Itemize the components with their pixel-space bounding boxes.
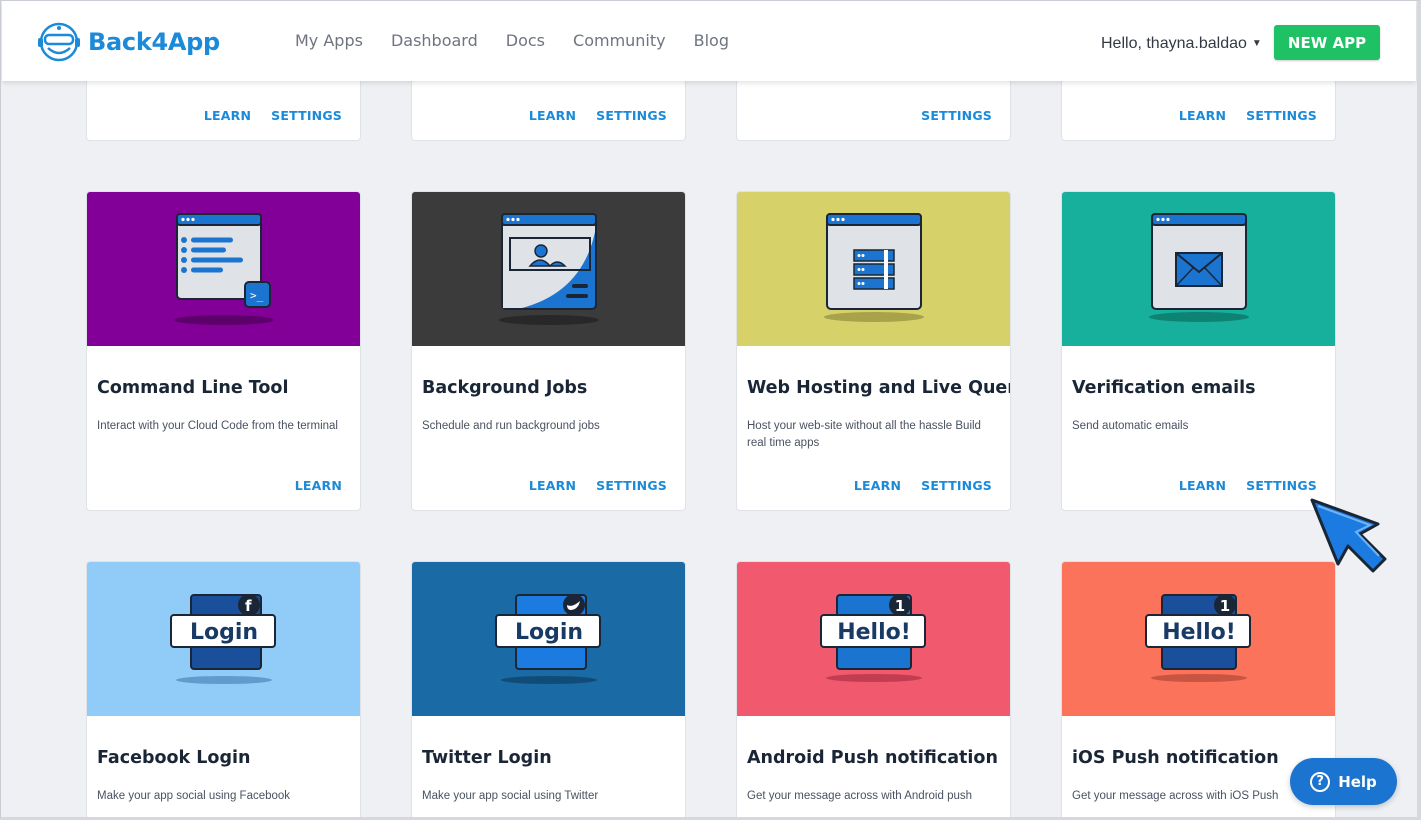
learn-link[interactable]: LEARN — [295, 478, 342, 493]
nav-my-apps[interactable]: My Apps — [295, 31, 363, 50]
learn-link[interactable]: LEARN — [1179, 478, 1226, 493]
card-title: Web Hosting and Live Query — [747, 378, 1011, 398]
back4app-logo-icon — [38, 22, 80, 62]
top-navbar: Back4App My Apps Dashboard Docs Communit… — [2, 1, 1416, 81]
card-background-jobs: Background Jobs Schedule and run backgro… — [411, 191, 686, 511]
settings-link[interactable]: SETTINGS — [596, 478, 667, 493]
settings-link[interactable]: SETTINGS — [921, 108, 992, 123]
nav-dashboard[interactable]: Dashboard — [391, 31, 478, 50]
card-image — [412, 192, 685, 346]
server-window-icon — [824, 213, 924, 322]
login-badge-text: Login — [515, 620, 583, 645]
notification-count: 1 — [895, 597, 905, 615]
card-image: 1 Hello! — [737, 562, 1010, 716]
card-description: Interact with your Cloud Code from the t… — [97, 420, 338, 432]
card-facebook-login: f Login Facebook Login Make your app soc… — [86, 561, 361, 820]
settings-link[interactable]: SETTINGS — [1246, 478, 1317, 493]
hello-badge-text: Hello! — [1162, 620, 1236, 645]
card-verification-emails: Verification emails Send automatic email… — [1061, 191, 1336, 511]
card-description: Make your app social using Twitter — [422, 790, 599, 802]
learn-link[interactable]: LEARN — [529, 478, 576, 493]
user-menu[interactable]: Hello, thayna.baldao ▼ — [1101, 35, 1262, 53]
settings-link[interactable]: SETTINGS — [1246, 108, 1317, 123]
card-description: Make your app social using Facebook — [97, 790, 291, 802]
image-window-icon — [499, 213, 599, 325]
login-badge-text: Login — [190, 620, 258, 645]
svg-text:f: f — [245, 597, 252, 615]
card-description: Get your message across with Android pus… — [747, 790, 973, 802]
card-command-line-tool: >_ Command Line Tool Interact with your … — [86, 191, 361, 511]
card-web-hosting: Web Hosting and Live Query Host your web… — [736, 191, 1011, 511]
mouse-pointer-icon — [1310, 498, 1387, 573]
terminal-window-icon: >_ — [174, 213, 274, 325]
ios-push-icon: 1 Hello! — [1145, 594, 1251, 682]
card-twitter-login: Login Twitter Login Make your app social… — [411, 561, 686, 820]
card-image: Login — [412, 562, 685, 716]
question-icon: ? — [1310, 771, 1331, 792]
card-image: f Login — [87, 562, 360, 716]
learn-link[interactable]: LEARN — [204, 108, 251, 123]
settings-link[interactable]: SETTINGS — [271, 108, 342, 123]
nav-community[interactable]: Community — [573, 31, 666, 50]
card-title: Command Line Tool — [97, 378, 289, 398]
card-title: Android Push notification — [747, 748, 998, 768]
hello-badge-text: Hello! — [837, 620, 911, 645]
card-description: Host your web-site without all the hassl… — [747, 420, 981, 449]
card-title: Verification emails — [1072, 378, 1256, 398]
learn-link[interactable]: LEARN — [529, 108, 576, 123]
twitter-login-icon: Login — [495, 594, 601, 684]
notification-count: 1 — [1220, 597, 1230, 615]
card-image: 1 Hello! — [1062, 562, 1335, 716]
card-image — [1062, 192, 1335, 346]
facebook-login-icon: f Login — [170, 594, 276, 684]
card-image: >_ — [87, 192, 360, 346]
settings-link[interactable]: SETTINGS — [921, 478, 992, 493]
card-title: Facebook Login — [97, 748, 251, 768]
nav-blog[interactable]: Blog — [694, 31, 729, 50]
brand-name: Back4App — [88, 28, 220, 56]
android-push-icon: 1 Hello! — [820, 594, 926, 682]
card-image — [737, 192, 1010, 346]
main-nav: My Apps Dashboard Docs Community Blog — [295, 31, 729, 50]
card-android-push: 1 Hello! Android Push notification Get y… — [736, 561, 1011, 820]
card-description: Send automatic emails — [1072, 420, 1189, 432]
card-title: Background Jobs — [422, 378, 588, 398]
svg-text:>_: >_ — [250, 289, 264, 302]
help-button[interactable]: ? Help — [1290, 758, 1397, 805]
help-label: Help — [1338, 772, 1377, 791]
card-description: Schedule and run background jobs — [422, 420, 600, 432]
user-greeting: Hello, thayna.baldao — [1101, 35, 1247, 52]
settings-link[interactable]: SETTINGS — [596, 108, 667, 123]
card-title: Twitter Login — [422, 748, 552, 768]
caret-down-icon: ▼ — [1251, 38, 1262, 49]
learn-link[interactable]: LEARN — [1179, 108, 1226, 123]
new-app-button[interactable]: NEW APP — [1274, 25, 1380, 60]
brand-logo[interactable]: Back4App — [36, 21, 220, 63]
envelope-window-icon — [1149, 213, 1249, 322]
learn-link[interactable]: LEARN — [854, 478, 901, 493]
card-title: iOS Push notification — [1072, 748, 1279, 768]
card-description: Get your message across with iOS Push — [1072, 790, 1279, 802]
nav-docs[interactable]: Docs — [506, 31, 545, 50]
